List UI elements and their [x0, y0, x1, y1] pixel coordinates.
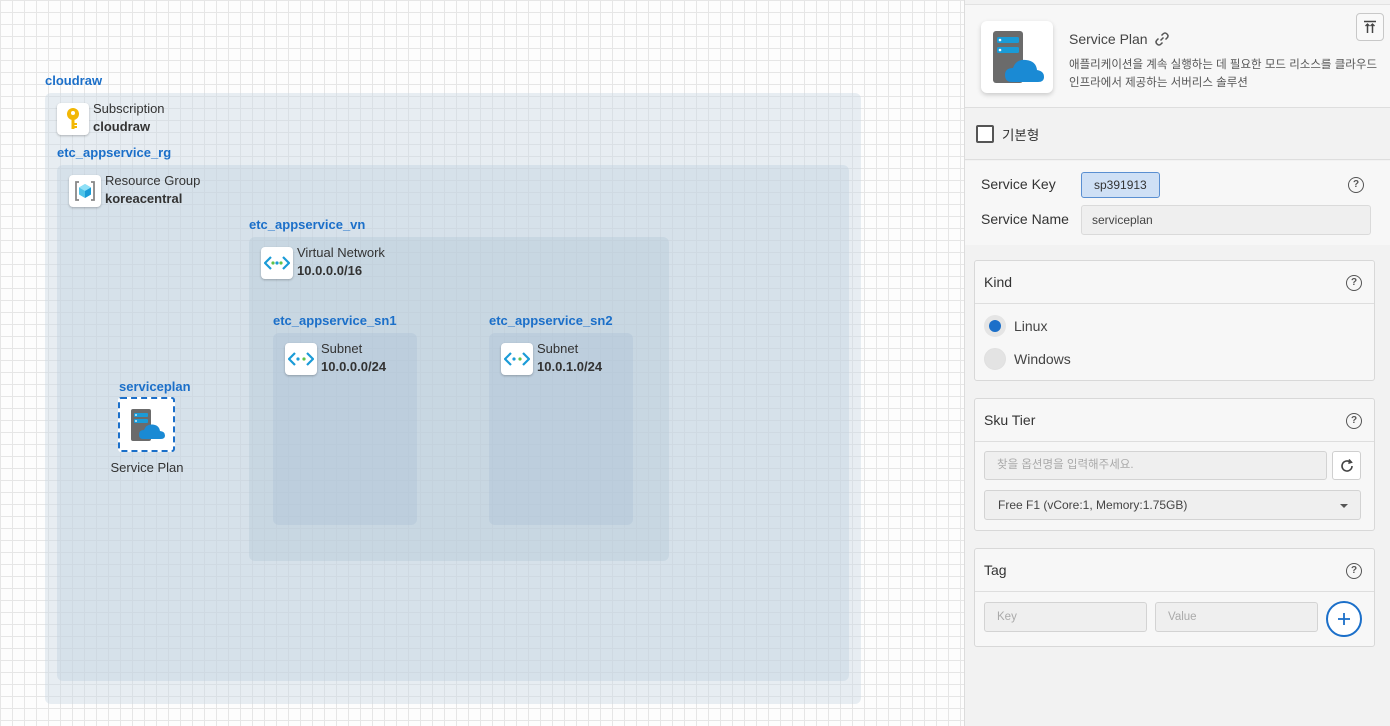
virtual-network-node-text: Virtual Network 10.0.0.0/16: [297, 244, 385, 280]
subscription-type: Subscription: [93, 101, 165, 116]
subscription-node-text: Subscription cloudraw: [93, 100, 165, 136]
key-icon[interactable]: [57, 103, 89, 135]
help-icon[interactable]: ?: [1346, 413, 1362, 429]
service-name-input[interactable]: serviceplan: [1081, 205, 1371, 235]
service-plan-caption: Service Plan: [110, 460, 184, 475]
plus-icon: [1338, 613, 1350, 625]
sku-tier-select[interactable]: Free F1 (vCore:1, Memory:1.75GB): [984, 490, 1361, 520]
subnet2-label: etc_appservice_sn2: [489, 313, 613, 328]
panel-header: Service Plan 애플리케이션을 계속 실행하는 데 필요한 모드 리소…: [965, 4, 1390, 108]
help-icon[interactable]: ?: [1346, 275, 1362, 291]
panel-description: 애플리케이션을 계속 실행하는 데 필요한 모드 리소스를 클라우드 인프라에서…: [1069, 59, 1378, 89]
service-plan-node-label: serviceplan: [119, 379, 191, 394]
virtual-network-type: Virtual Network: [297, 245, 385, 260]
diagram-canvas[interactable]: cloudraw Subscription cloudraw etc_appse…: [0, 0, 964, 726]
virtual-network-label: etc_appservice_vn: [249, 217, 366, 232]
tag-card-header: Tag ?: [975, 549, 1374, 592]
tag-value-input[interactable]: Value: [1155, 602, 1318, 632]
refresh-icon: [1340, 458, 1353, 472]
resource-group-label: etc_appservice_rg: [57, 145, 172, 160]
kind-option-linux[interactable]: Linux: [984, 315, 1047, 337]
basic-type-row: 기본형: [965, 109, 1390, 160]
radio-selected-icon: [984, 315, 1006, 337]
sku-search-input[interactable]: 찾을 옵션명을 입력해주세요.: [984, 451, 1327, 480]
subnet1-label: etc_appservice_sn1: [273, 313, 397, 328]
subnet1-type: Subnet: [321, 341, 363, 356]
resource-group-icon[interactable]: [69, 175, 101, 207]
link-icon[interactable]: [1154, 31, 1170, 47]
add-tag-button[interactable]: [1326, 601, 1362, 637]
sku-tier-title: Sku Tier: [984, 412, 1036, 428]
subnet1-cidr: 10.0.0.0/24: [321, 359, 387, 374]
virtual-network-cidr: 10.0.0.0/16: [297, 263, 363, 278]
subnet2-type: Subnet: [537, 341, 579, 356]
refresh-button[interactable]: [1332, 451, 1361, 480]
subnet-icon[interactable]: [285, 343, 317, 375]
kind-title: Kind: [984, 274, 1013, 290]
collapse-up-icon: [1364, 20, 1376, 33]
service-name-label: Service Name: [981, 211, 1069, 227]
service-plan-icon: [981, 21, 1053, 93]
kind-option-label: Windows: [1014, 351, 1071, 367]
kind-card-header: Kind ?: [975, 261, 1374, 304]
service-identity-section: Service Key sp391913 ? Service Name serv…: [965, 161, 1390, 245]
panel-title-text: Service Plan: [1069, 31, 1148, 47]
service-key-label: Service Key: [981, 176, 1056, 192]
resource-group-type: Resource Group: [105, 173, 201, 188]
service-plan-icon: [130, 408, 165, 441]
subscription-name: cloudraw: [93, 119, 151, 134]
virtual-network-icon[interactable]: [261, 247, 293, 279]
sku-tier-card-header: Sku Tier ?: [975, 399, 1374, 442]
subnet2-node-text: Subnet 10.0.1.0/24: [537, 340, 602, 376]
service-plan-node[interactable]: [118, 397, 175, 452]
kind-option-windows[interactable]: Windows: [984, 348, 1071, 370]
help-icon[interactable]: ?: [1346, 563, 1362, 579]
panel-title: Service Plan: [1069, 31, 1170, 47]
chevron-down-icon: [1340, 504, 1348, 508]
properties-panel: Service Plan 애플리케이션을 계속 실행하는 데 필요한 모드 리소…: [964, 0, 1390, 726]
service-key-value: sp391913: [1081, 172, 1160, 198]
resource-group-location: koreacentral: [105, 191, 183, 206]
resource-group-node-text: Resource Group koreacentral: [105, 172, 200, 208]
kind-card: Kind ? Linux Windows: [974, 260, 1375, 381]
tag-key-input[interactable]: Key: [984, 602, 1147, 632]
basic-type-checkbox[interactable]: [976, 125, 994, 143]
subnet2-cidr: 10.0.1.0/24: [537, 359, 603, 374]
radio-unselected-icon: [984, 348, 1006, 370]
sku-tier-card: Sku Tier ? 찾을 옵션명을 입력해주세요. Free F1 (vCor…: [974, 398, 1375, 531]
help-icon[interactable]: ?: [1348, 177, 1364, 193]
kind-option-label: Linux: [1014, 318, 1048, 334]
collapse-panel-button[interactable]: [1356, 13, 1384, 41]
tag-title: Tag: [984, 562, 1007, 578]
basic-type-label: 기본형: [1002, 128, 1040, 143]
subnet-icon[interactable]: [501, 343, 533, 375]
sku-tier-selected-value: Free F1 (vCore:1, Memory:1.75GB): [998, 498, 1188, 512]
tag-card: Tag ? Key Value: [974, 548, 1375, 647]
subscription-group-label: cloudraw: [45, 73, 103, 88]
subnet1-node-text: Subnet 10.0.0.0/24: [321, 340, 386, 376]
